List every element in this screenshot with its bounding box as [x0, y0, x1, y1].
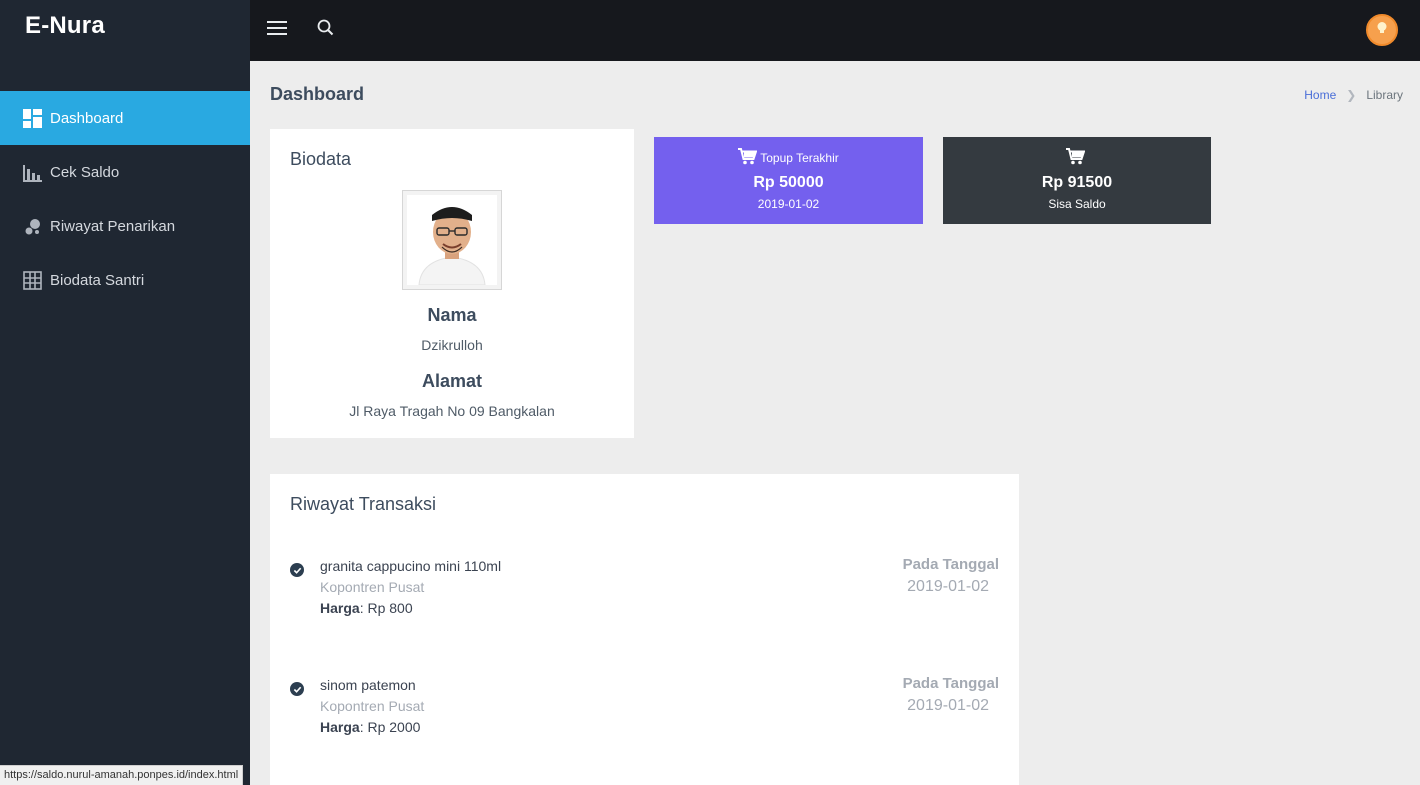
sidebar-item-label: Biodata Santri [50, 271, 145, 289]
transaction-price: Harga: Rp 800 [320, 600, 413, 616]
lightbulb-icon [1374, 20, 1390, 41]
cart-icon [738, 148, 760, 168]
topup-stat-box: Topup Terakhir Rp 50000 2019-01-02 [654, 137, 923, 224]
transaction-shop: Kopontren Pusat [320, 698, 425, 714]
transactions-card: Riwayat Transaksi granita cappucino mini… [270, 474, 1019, 785]
transaction-shop: Kopontren Pusat [320, 579, 425, 595]
profile-photo [402, 190, 502, 290]
price-value: : Rp 800 [359, 600, 413, 616]
date-label: Pada Tanggal [902, 675, 999, 692]
topup-date: 2019-01-02 [757, 197, 820, 211]
topbar [250, 0, 1420, 61]
user-avatar[interactable] [1366, 14, 1398, 46]
sidebar-item-riwayat-penarikan[interactable]: Riwayat Penarikan [0, 199, 250, 253]
sidebar-nav: Dashboard Cek Saldo Riwayat Penarikan Bi… [0, 91, 250, 307]
check-circle-icon [290, 563, 304, 577]
name-value: Dzikrulloh [421, 337, 483, 353]
transactions-title: Riwayat Transaksi [290, 494, 437, 514]
transaction-name: sinom patemon [320, 677, 416, 693]
cart-icon [1066, 148, 1088, 168]
sidebar-item-label: Cek Saldo [50, 163, 120, 181]
address-label: Alamat [421, 371, 483, 391]
status-bar-url: https://saldo.nurul-amanah.ponpes.id/ind… [0, 765, 244, 785]
sidebar: E-Nura Dashboard Cek Saldo Riwayat Penar… [0, 0, 250, 785]
sidebar-item-dashboard[interactable]: Dashboard [0, 91, 250, 145]
brand-logo[interactable]: E-Nura [25, 12, 105, 40]
transaction-price: Harga: Rp 2000 [320, 719, 420, 735]
grid-icon [23, 270, 42, 290]
price-label: Harga [320, 719, 360, 735]
transaction-date: 2019-01-02 [907, 697, 989, 714]
saldo-label: Sisa Saldo [1048, 197, 1106, 211]
breadcrumb: Home ❯ Library [1304, 88, 1403, 102]
check-circle-icon [290, 682, 304, 696]
breadcrumb-home-link[interactable]: Home [1304, 88, 1336, 102]
search-icon[interactable] [316, 18, 336, 38]
breadcrumb-current: Library [1366, 88, 1403, 102]
biodata-card: Biodata Nama Dzikrulloh Alamat Jl Raya T… [270, 129, 634, 438]
saldo-stat-box: Rp 91500 Sisa Saldo [943, 137, 1211, 224]
chevron-right-icon: ❯ [1346, 88, 1357, 102]
address-value: Jl Raya Tragah No 09 Bangkalan [349, 403, 555, 419]
price-label: Harga [320, 600, 360, 616]
price-value: : Rp 2000 [359, 719, 421, 735]
page-title: Dashboard [270, 84, 365, 104]
list-item: granita cappucino mini 110ml Kopontren P… [290, 556, 999, 628]
topup-label: Topup Terakhir [760, 151, 839, 165]
transaction-date: 2019-01-02 [907, 578, 989, 595]
sidebar-item-biodata-santri[interactable]: Biodata Santri [0, 253, 250, 307]
bubbles-icon [23, 217, 42, 236]
list-item: sinom patemon Kopontren Pusat Harga: Rp … [290, 675, 999, 747]
transaction-name: granita cappucino mini 110ml [320, 558, 502, 574]
name-label: Nama [427, 305, 477, 325]
hamburger-icon[interactable] [267, 21, 287, 37]
dashboard-icon [23, 108, 42, 128]
sidebar-item-label: Dashboard [50, 109, 124, 127]
bar-chart-icon [23, 163, 42, 182]
saldo-value: Rp 91500 [1041, 174, 1113, 191]
biodata-title: Biodata [290, 149, 352, 169]
sidebar-item-label: Riwayat Penarikan [50, 217, 176, 235]
topup-value: Rp 50000 [753, 174, 824, 191]
date-label: Pada Tanggal [902, 556, 999, 573]
sidebar-item-cek-saldo[interactable]: Cek Saldo [0, 145, 250, 199]
